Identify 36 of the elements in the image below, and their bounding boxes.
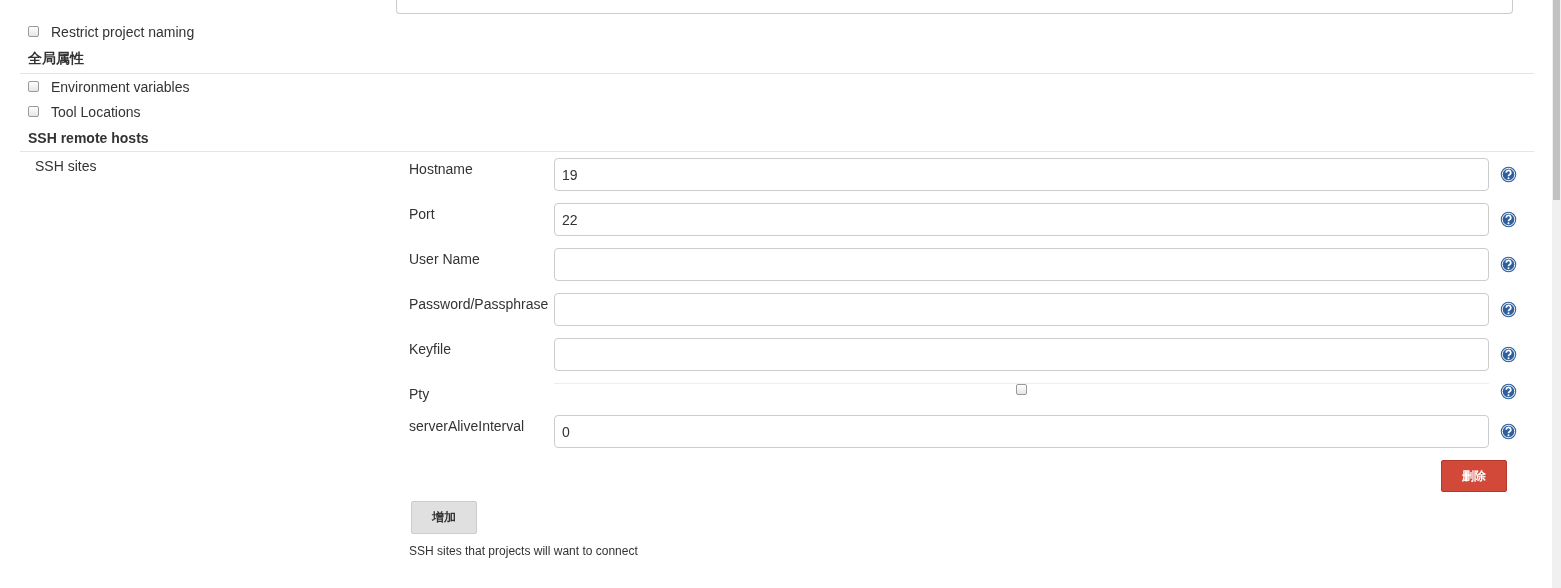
- checkbox-label: Environment variables: [51, 78, 190, 95]
- input-field[interactable]: [554, 293, 1489, 326]
- add-button[interactable]: 增加: [411, 501, 477, 534]
- help-icon[interactable]: [1500, 423, 1517, 440]
- help-icon[interactable]: [1500, 346, 1517, 363]
- field-label: Hostname: [409, 160, 474, 178]
- field-label: serverAliveInterval: [409, 417, 526, 435]
- input-field[interactable]: 22: [554, 203, 1489, 236]
- scrollbar-thumb[interactable]: [1553, 0, 1560, 200]
- checkbox[interactable]: [28, 26, 39, 37]
- field-label: Keyfile: [409, 340, 453, 358]
- field-label: Pty: [409, 385, 431, 403]
- input-field[interactable]: [554, 248, 1489, 281]
- help-icon[interactable]: [1500, 256, 1517, 273]
- checkbox-label: Restrict project naming: [51, 23, 195, 40]
- scrollbar[interactable]: [1552, 0, 1561, 588]
- delete-button[interactable]: 删除: [1441, 460, 1507, 492]
- checkbox[interactable]: [28, 81, 39, 92]
- section-heading: SSH remote hosts: [20, 126, 1534, 152]
- input-field[interactable]: 0: [554, 415, 1489, 448]
- field-label: Password/Passphrase: [409, 295, 550, 313]
- checkbox-label: Tool Locations: [51, 103, 141, 120]
- help-icon[interactable]: [1500, 211, 1517, 228]
- field-label: Port: [409, 205, 436, 223]
- input-field[interactable]: [554, 338, 1489, 371]
- field-label: SSH sites: [34, 158, 98, 176]
- help-icon[interactable]: [1500, 383, 1517, 400]
- help-text: SSH sites that projects will want to connect: [409, 544, 639, 558]
- section-heading: 全局属性: [20, 46, 1534, 74]
- checkbox[interactable]: [1016, 384, 1027, 395]
- input-field[interactable]: [396, 0, 1513, 14]
- field-label: User Name: [409, 250, 481, 268]
- help-icon[interactable]: [1500, 301, 1517, 318]
- checkbox[interactable]: [28, 106, 39, 117]
- help-icon[interactable]: [1500, 166, 1517, 183]
- input-field[interactable]: 19: [554, 158, 1489, 191]
